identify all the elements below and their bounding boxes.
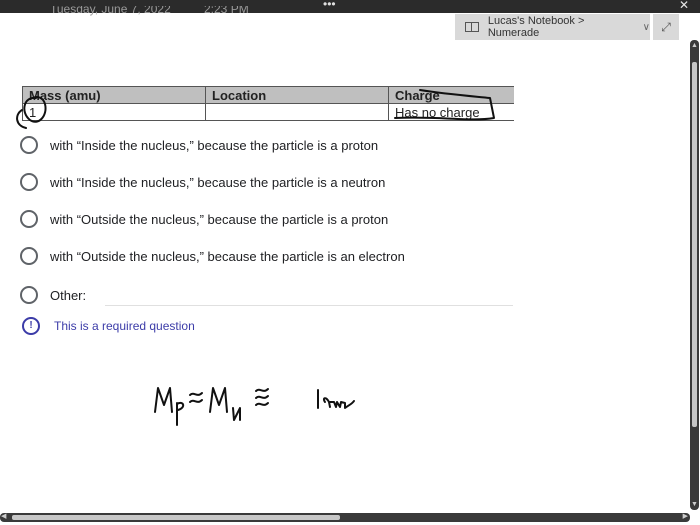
ink-mp [154,387,185,426]
ink-mn [209,387,241,421]
vertical-scroll-thumb[interactable] [692,62,697,427]
ink-box-charge [394,89,495,121]
scroll-down-arrow-icon[interactable]: ▼ [691,501,698,508]
ink-approx-1 [189,392,203,403]
scroll-left-arrow-icon[interactable]: ◀ [1,512,6,520]
ink-1amu [317,389,355,409]
scroll-up-arrow-icon[interactable]: ▲ [691,42,698,49]
ink-circle-mass [16,96,47,129]
horizontal-scrollbar[interactable]: ◀ ▶ [0,513,690,522]
vertical-scrollbar[interactable]: ▲ ▼ [690,40,699,510]
ink-approx-2 [255,388,269,406]
scroll-right-arrow-icon[interactable]: ▶ [683,512,688,520]
horizontal-scroll-thumb[interactable] [12,515,340,520]
handwriting-layer [16,89,495,426]
